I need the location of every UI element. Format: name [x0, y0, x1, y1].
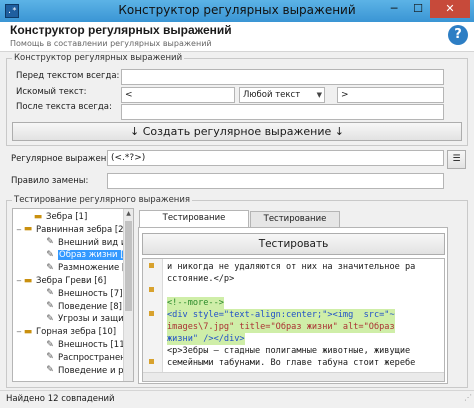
- search-mode-value: Любой текст: [243, 90, 301, 100]
- section-tree[interactable]: ▬ Зебра [1] − ▬ Равнинная зебра [2] ✎ Внешний …: [12, 208, 134, 382]
- tree-item[interactable]: ✎ Образ жизни [4]: [37, 249, 133, 261]
- tree-item-label: Образ жизни [4]: [58, 250, 133, 261]
- tree-item[interactable]: ✎ Внешний вид и та: [37, 237, 133, 249]
- after-label: После текста всегда:: [16, 102, 112, 112]
- tab-match-testing[interactable]: Тестирование совпадений: [139, 210, 249, 238]
- test-text-editor[interactable]: и никогда не удаляются от них на значите…: [142, 258, 445, 382]
- pen-icon: ✎: [46, 301, 54, 312]
- tree-item[interactable]: ✎ Внешность [11]: [37, 339, 128, 351]
- resize-grip-icon[interactable]: ⋰: [464, 389, 472, 406]
- help-icon[interactable]: ?: [448, 25, 468, 45]
- tree-item[interactable]: − ▬ Горная зебра [10]: [15, 326, 116, 338]
- scroll-up-icon[interactable]: ▲: [124, 209, 133, 219]
- chevron-down-icon: ▼: [316, 91, 322, 99]
- window-titlebar[interactable]: .* Конструктор регулярных выражений ─ ☐ …: [0, 0, 474, 22]
- tree-item-label: Внешность [7]: [58, 288, 123, 299]
- header-title: Конструктор регулярных выражений: [10, 23, 232, 37]
- before-label: Перед текстом всегда:: [16, 71, 120, 81]
- tree-item-label: Равнинная зебра [2]: [36, 224, 127, 235]
- search-right-input[interactable]: >: [337, 87, 444, 103]
- before-input[interactable]: [121, 69, 444, 85]
- folder-icon: ▬: [23, 224, 33, 235]
- tree-item[interactable]: ✎ Поведение [8]: [37, 301, 122, 313]
- pen-icon: ✎: [46, 262, 54, 273]
- pen-icon: ✎: [46, 237, 54, 248]
- replace-rule-label: Правило замены:: [11, 176, 89, 186]
- search-mode-select[interactable]: Любой текст ▼: [239, 87, 325, 103]
- tree-item[interactable]: ✎ Внешность [7]: [37, 288, 123, 300]
- regex-label: Регулярное выражение:: [11, 154, 120, 164]
- test-button[interactable]: Тестировать: [142, 233, 445, 255]
- tree-expander-icon[interactable]: −: [15, 326, 23, 338]
- pen-icon: ✎: [46, 313, 54, 324]
- status-bar: Найдено 12 совпадений ⋰: [0, 390, 474, 408]
- fold-marker-icon: [149, 311, 154, 316]
- replace-rule-input[interactable]: [107, 173, 444, 189]
- tree-item-label: Зебра Греви [6]: [36, 276, 107, 286]
- status-text: Найдено 12 совпадений: [6, 394, 115, 404]
- tree-item[interactable]: ▬ Зебра [1]: [25, 211, 88, 223]
- tree-item-label: Горная зебра [10]: [36, 327, 117, 338]
- tree-expander-icon[interactable]: −: [15, 224, 23, 236]
- maximize-button[interactable]: ☐: [406, 0, 430, 18]
- tree-item-label: Зебра [1]: [46, 212, 88, 222]
- folder-icon: ▬: [23, 326, 33, 337]
- editor-line: семейными табунами. Во главе табуна стои…: [167, 358, 416, 368]
- constructor-group-title: Конструктор регулярных выражений: [12, 53, 185, 63]
- editor-line-match: <!--more-->: [167, 297, 224, 309]
- search-left-input[interactable]: <: [121, 87, 235, 103]
- editor-line: и никогда не удаляются от них на значите…: [167, 262, 416, 272]
- fold-marker-icon: [149, 359, 154, 364]
- tree-item[interactable]: ✎ Угрозы и защита: [37, 313, 133, 325]
- tree-item-label: Внешность [11]: [58, 340, 128, 350]
- tree-item[interactable]: ✎ Размножение [5]: [37, 262, 133, 274]
- create-regex-button[interactable]: ↓ Создать регулярное выражение ↓: [12, 122, 462, 141]
- folder-icon: ▬: [33, 211, 43, 222]
- testing-group-title: Тестирование регулярного выражения: [12, 195, 192, 205]
- editor-line-match: images\7.jpg" title="Образ жизни" alt="О…: [167, 321, 395, 333]
- search-label: Искомый текст:: [16, 87, 87, 97]
- tree-item[interactable]: − ▬ Равнинная зебра [2]: [15, 224, 127, 236]
- tree-item[interactable]: − ▬ Зебра Греви [6]: [15, 275, 106, 287]
- tree-item[interactable]: ✎ Распространение: [37, 352, 133, 364]
- pen-icon: ✎: [46, 288, 54, 299]
- regex-input[interactable]: (<.*?>): [107, 150, 444, 166]
- tree-item[interactable]: ✎ Поведение и рази: [37, 365, 133, 377]
- tree-scrollbar[interactable]: ▲: [123, 209, 133, 381]
- pen-icon: ✎: [46, 365, 54, 376]
- tree-item-label: Поведение [8]: [58, 301, 122, 312]
- dialog-header: Конструктор регулярных выражений Помощь …: [0, 22, 474, 52]
- after-input[interactable]: [121, 104, 444, 120]
- fold-marker-icon: [149, 263, 154, 268]
- header-subtitle: Помощь в составлении регулярных выражени…: [10, 39, 212, 48]
- scrollbar-thumb[interactable]: [125, 221, 132, 311]
- tree-expander-icon[interactable]: −: [15, 275, 23, 287]
- folder-icon: ▬: [23, 275, 33, 286]
- close-button[interactable]: ✕: [430, 0, 470, 18]
- editor-line: <p>Зебры — стадные полигамные животные, …: [167, 346, 411, 356]
- tab-replace-testing[interactable]: Тестирование замены: [250, 211, 340, 239]
- pen-icon: ✎: [46, 249, 54, 260]
- pen-icon: ✎: [46, 339, 54, 350]
- fold-marker-icon: [149, 287, 154, 292]
- editor-hscrollbar[interactable]: [143, 372, 444, 381]
- list-icon: ☰: [452, 154, 461, 164]
- editor-line-match: <div style="text-align:center;"><img src…: [167, 309, 395, 321]
- minimize-button[interactable]: ─: [382, 0, 406, 18]
- editor-line: сстояние.</p>: [167, 274, 235, 284]
- regex-list-button[interactable]: ☰: [447, 150, 466, 169]
- editor-line-match: жизни" /></div>: [167, 333, 245, 345]
- editor-gutter: [143, 259, 163, 381]
- pen-icon: ✎: [46, 352, 54, 363]
